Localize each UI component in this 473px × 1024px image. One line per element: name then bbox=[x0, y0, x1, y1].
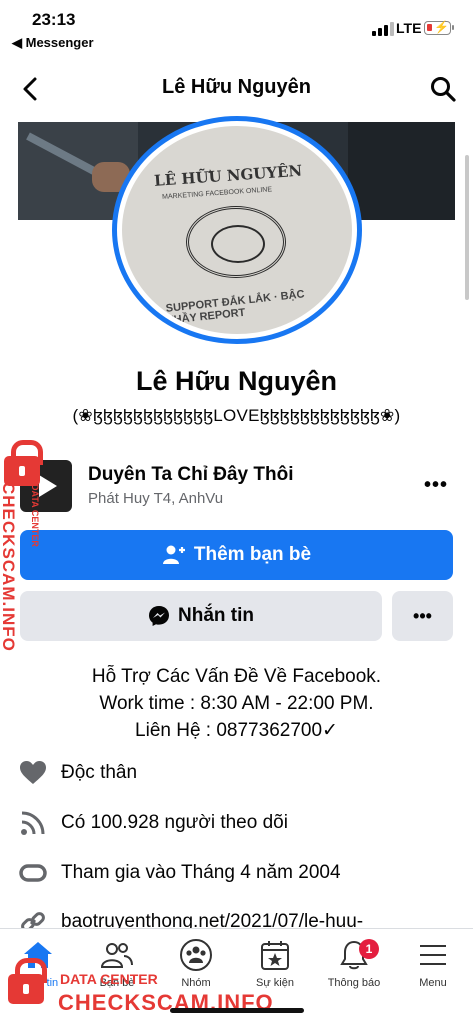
nav-label: Nhóm bbox=[181, 977, 211, 989]
nav-label: Menu bbox=[419, 977, 447, 989]
friends-icon bbox=[100, 943, 133, 968]
calendar-star-icon bbox=[261, 941, 289, 970]
rss-icon bbox=[21, 811, 45, 835]
detail-text: Tham gia vào Tháng 4 năm 2004 bbox=[61, 862, 341, 883]
watermark-tag-text: DATA CENTER bbox=[60, 971, 158, 987]
watermark-site-text: CHECKSCAM.INFO bbox=[0, 482, 18, 652]
profile-header: Lê Hữu Nguyên bbox=[0, 60, 473, 120]
add-friend-label: Thêm bạn bè bbox=[193, 544, 312, 565]
message-label: Nhắn tin bbox=[178, 605, 254, 626]
lock-icon bbox=[8, 958, 47, 1004]
home-indicator[interactable] bbox=[170, 1008, 304, 1013]
add-friend-icon bbox=[162, 545, 185, 564]
detail-joined: Tham gia vào Tháng 4 năm 2004 bbox=[18, 858, 341, 888]
nav-item-groups[interactable]: Nhóm bbox=[161, 937, 231, 989]
status-bar: 23:13 ◀ Messenger LTE ⚡ bbox=[0, 0, 473, 56]
nav-label: Sự kiện bbox=[256, 977, 294, 989]
nav-item-events[interactable]: Sự kiện bbox=[240, 937, 310, 989]
avatar-photo-caption: SUPPORT ĐẮK LẮK · BẬC THẦY REPORT bbox=[165, 288, 306, 327]
intro-line: Hỗ Trợ Các Vấn Đề Về Facebook. bbox=[91, 666, 382, 687]
join-icon bbox=[19, 864, 47, 882]
menu-icon bbox=[420, 945, 446, 965]
detail-followers[interactable]: Có 100.928 người theo dõi bbox=[18, 808, 288, 838]
back-to-messenger-link[interactable]: ◀ Messenger bbox=[12, 35, 94, 51]
search-icon[interactable] bbox=[428, 74, 458, 104]
featured-more-button[interactable]: ••• bbox=[424, 474, 448, 497]
battery-icon: ⚡ bbox=[424, 20, 454, 35]
nav-label: Thông báo bbox=[327, 977, 381, 989]
status-time: 23:13 bbox=[32, 10, 76, 29]
featured-title[interactable]: Duyên Ta Chỉ Đây Thôi bbox=[88, 464, 294, 486]
signal-icon bbox=[372, 22, 394, 36]
avatar-seal-image bbox=[186, 206, 286, 278]
scrollbar[interactable] bbox=[465, 155, 469, 300]
message-button[interactable]: Nhắn tin bbox=[20, 591, 382, 641]
detail-text: Độc thân bbox=[61, 762, 138, 783]
intro-line: Work time : 8:30 AM - 22:00 PM. bbox=[99, 693, 374, 714]
messenger-icon bbox=[149, 606, 169, 626]
add-friend-button[interactable]: Thêm bạn bè bbox=[20, 530, 453, 580]
profile-name: Lê Hữu Nguyên bbox=[135, 366, 338, 396]
heart-icon bbox=[20, 761, 46, 784]
intro-section: Hỗ Trợ Các Vấn Đề Về Facebook. Work time… bbox=[0, 663, 473, 744]
nav-item-menu[interactable]: Menu bbox=[398, 937, 468, 989]
watermark-tag-text: DATA CENTER bbox=[30, 484, 40, 547]
more-options-button[interactable]: ••• bbox=[392, 591, 453, 641]
detail-text: Có 100.928 người theo dõi bbox=[61, 812, 288, 833]
profile-bio: (❀ɮɮɮɮɮɮɮɮɮɮɮɮLOVEɮɮɮɮɮɮɮɮɮɮɮɮ❀) bbox=[72, 406, 401, 425]
network-label: LTE bbox=[396, 20, 422, 36]
notification-badge: 1 bbox=[359, 939, 379, 959]
page-title: Lê Hữu Nguyên bbox=[162, 76, 311, 98]
detail-relationship: Độc thân bbox=[18, 758, 137, 788]
groups-icon bbox=[180, 939, 212, 971]
profile-avatar[interactable]: LÊ HỮU NGUYÊN MARKETING FACEBOOK ONLINE … bbox=[112, 116, 362, 344]
nav-item-notifications[interactable]: 1 Thông báo bbox=[319, 937, 389, 989]
intro-line: Liên Hệ : 0877362700✓ bbox=[135, 720, 338, 741]
featured-subtitle: Phát Huy T4, AnhVu bbox=[88, 490, 224, 507]
side-watermark: CHECKSCAM.INFO DATA CENTER bbox=[0, 440, 43, 670]
